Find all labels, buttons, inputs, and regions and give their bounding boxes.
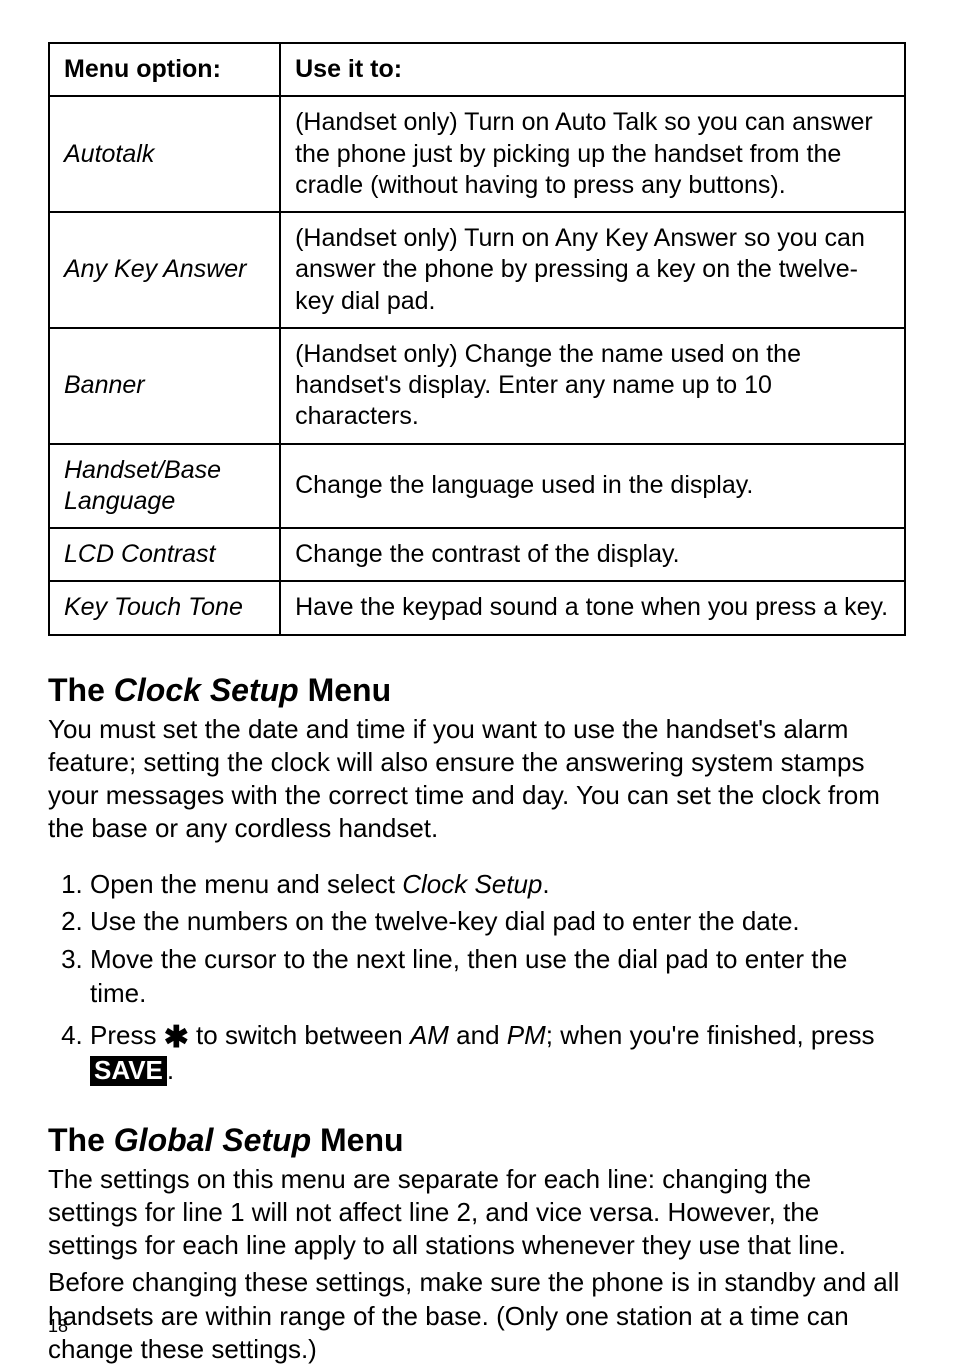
option-name: LCD Contrast	[49, 528, 280, 581]
menu-options-table: Menu option: Use it to: Autotalk (Handse…	[48, 42, 906, 636]
table-row: Key Touch Tone Have the keypad sound a t…	[49, 581, 905, 634]
heading-prefix: The	[48, 1122, 114, 1158]
am-label: AM	[410, 1020, 449, 1050]
option-desc: (Handset only) Turn on Any Key Answer so…	[280, 212, 905, 328]
table-row: Banner (Handset only) Change the name us…	[49, 328, 905, 444]
step-text: .	[167, 1055, 174, 1085]
step-text: and	[449, 1020, 507, 1050]
table-header-option: Menu option:	[49, 43, 280, 96]
page-number: 18	[48, 1316, 68, 1337]
option-desc: (Handset only) Turn on Auto Talk so you …	[280, 96, 905, 212]
table-row: Handset/Base Language Change the languag…	[49, 444, 905, 529]
global-setup-heading: The Global Setup Menu	[48, 1122, 906, 1159]
heading-prefix: The	[48, 672, 114, 708]
save-key-label: SAVE	[90, 1056, 167, 1086]
option-name: Any Key Answer	[49, 212, 280, 328]
global-setup-para-2: Before changing these settings, make sur…	[48, 1266, 906, 1366]
step-text: Open the menu and select	[90, 869, 402, 899]
option-desc: Change the language used in the display.	[280, 444, 905, 529]
table-row: Any Key Answer (Handset only) Turn on An…	[49, 212, 905, 328]
step-3: Move the cursor to the next line, then u…	[90, 943, 906, 1011]
table-header-use: Use it to:	[280, 43, 905, 96]
option-desc: (Handset only) Change the name used on t…	[280, 328, 905, 444]
step-1: Open the menu and select Clock Setup.	[90, 868, 906, 902]
global-setup-para-1: The settings on this menu are separate f…	[48, 1163, 906, 1263]
option-name: Banner	[49, 328, 280, 444]
heading-suffix: Menu	[311, 1122, 403, 1158]
step-4: Press ✱ to switch between AM and PM; whe…	[90, 1015, 906, 1088]
step-text: ; when you're finished, press	[546, 1020, 875, 1050]
clock-setup-heading: The Clock Setup Menu	[48, 672, 906, 709]
clock-setup-steps: Open the menu and select Clock Setup. Us…	[48, 868, 906, 1088]
page: Menu option: Use it to: Autotalk (Handse…	[0, 0, 954, 1357]
heading-name: Clock Setup	[114, 672, 299, 708]
option-desc: Change the contrast of the display.	[280, 528, 905, 581]
step-text: to switch between	[189, 1020, 410, 1050]
table-row: Autotalk (Handset only) Turn on Auto Tal…	[49, 96, 905, 212]
step-text: .	[542, 869, 549, 899]
table-row: LCD Contrast Change the contrast of the …	[49, 528, 905, 581]
star-key-icon: ✱	[164, 1018, 189, 1057]
heading-name: Global Setup	[114, 1122, 311, 1158]
option-name: Autotalk	[49, 96, 280, 212]
option-name: Handset/Base Language	[49, 444, 280, 529]
clock-setup-intro: You must set the date and time if you wa…	[48, 713, 906, 846]
pm-label: PM	[507, 1020, 546, 1050]
table-header-row: Menu option: Use it to:	[49, 43, 905, 96]
step-2: Use the numbers on the twelve-key dial p…	[90, 905, 906, 939]
option-name: Key Touch Tone	[49, 581, 280, 634]
step-menu-name: Clock Setup	[402, 869, 542, 899]
heading-suffix: Menu	[299, 672, 391, 708]
option-desc: Have the keypad sound a tone when you pr…	[280, 581, 905, 634]
step-text: Press	[90, 1020, 164, 1050]
